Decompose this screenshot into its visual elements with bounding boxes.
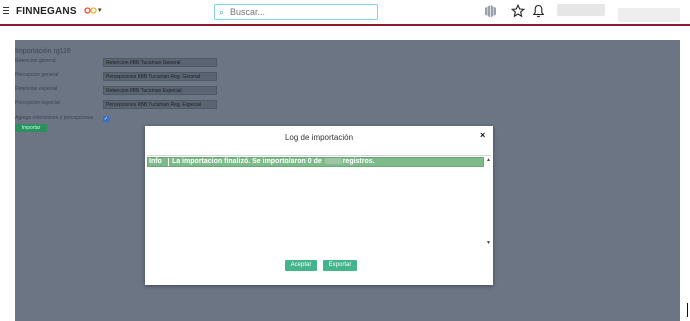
- import-log-dialog: Log de importación × Info La importacion…: [145, 126, 493, 285]
- field-label-retencion-general: Retencion general: [15, 58, 56, 64]
- text-cursor: [687, 303, 688, 317]
- log-message-suffix: registros.: [342, 158, 375, 165]
- page-title: Importación rg116: [15, 48, 71, 55]
- user-name-blurred: [618, 8, 680, 22]
- bell-icon[interactable]: [532, 4, 545, 18]
- agrega-checkbox[interactable]: ✓: [103, 116, 109, 122]
- cube-icon[interactable]: [483, 4, 498, 18]
- field-label-retencion-especial: Retencion especial: [15, 86, 58, 92]
- log-list[interactable]: Info La importacion finalizó. Se importo…: [147, 155, 491, 249]
- log-level: Info: [149, 158, 169, 166]
- scroll-up-arrow-icon[interactable]: ▲: [486, 157, 491, 163]
- search-box[interactable]: ⌕: [214, 4, 378, 20]
- select-percepcion-especial[interactable]: Percepciones IIBB Tucuman Reg. Especial: [103, 100, 217, 109]
- brand-name[interactable]: FINNEGANS: [16, 6, 77, 17]
- redacted-count: [324, 158, 342, 165]
- select-retencion-especial[interactable]: Retencion IIBB Tucuman Especial: [103, 86, 217, 95]
- scroll-down-arrow-icon[interactable]: ▼: [486, 240, 491, 246]
- search-icon: ⌕: [219, 7, 225, 17]
- log-message: La importacion finalizó. Se importo/aron…: [172, 158, 375, 166]
- export-button[interactable]: Exportar: [323, 260, 357, 271]
- top-bar: FINNEGANS ▾ ⌕: [0, 0, 690, 26]
- star-icon[interactable]: [511, 4, 525, 18]
- search-input[interactable]: [230, 6, 370, 17]
- select-retencion-general[interactable]: Retencion IIBB Tucuman General: [103, 58, 217, 67]
- log-row: Info La importacion finalizó. Se importo…: [147, 157, 484, 167]
- field-label-percepcion-especial: Percepcion especial: [15, 100, 60, 106]
- log-message-text: La importacion finalizó. Se importo/aron…: [172, 158, 322, 165]
- chevron-down-icon[interactable]: ▾: [98, 6, 102, 14]
- dialog-title: Log de importación: [284, 133, 354, 142]
- menu-icon[interactable]: [3, 7, 9, 14]
- brand-logo-icon: [84, 7, 97, 14]
- select-percepcion-general[interactable]: Percepciones IIBB Tucuman Reg. General: [103, 72, 217, 81]
- accept-button[interactable]: Aceptar: [285, 260, 317, 271]
- user-avatar[interactable]: [557, 4, 605, 16]
- importar-button[interactable]: Importar: [15, 124, 47, 132]
- close-icon[interactable]: ×: [480, 130, 485, 140]
- field-label-percepcion-general: Percepcion general: [15, 72, 59, 78]
- checkbox-label: Agrega retenciones y percepciones: [15, 115, 94, 121]
